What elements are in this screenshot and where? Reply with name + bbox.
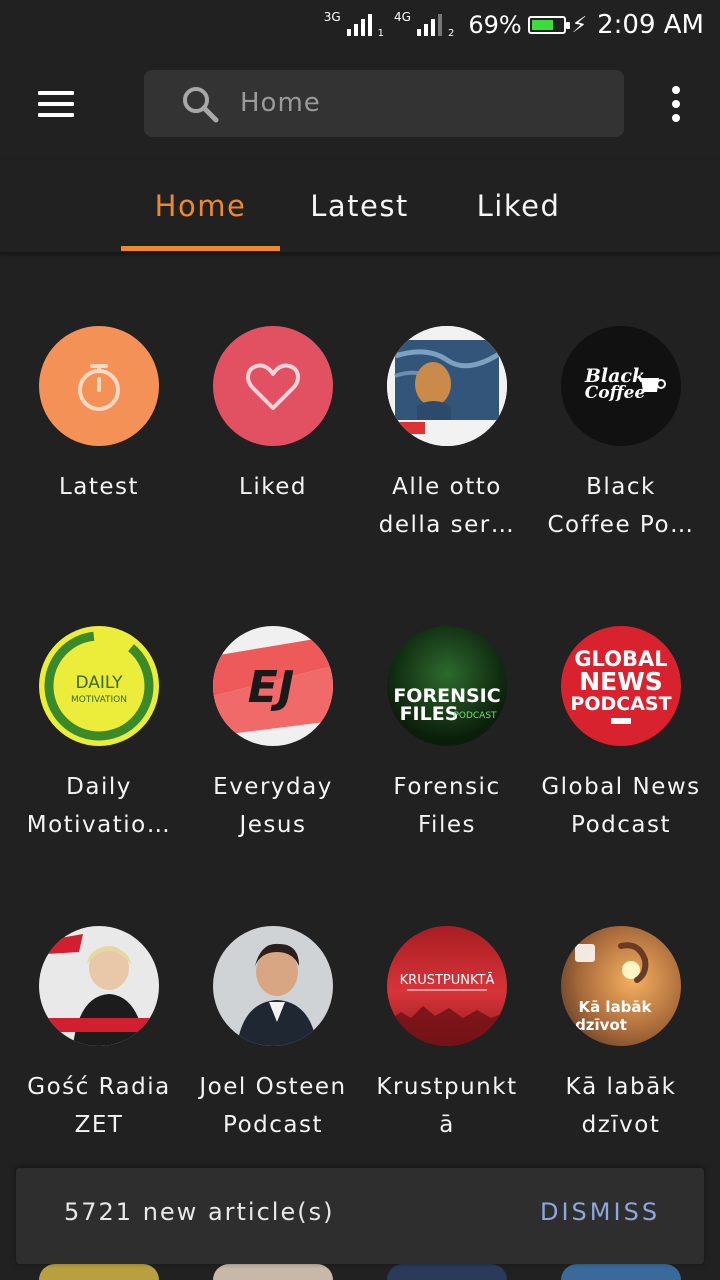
- feed-item-ka-labak-dzivot[interactable]: Kā labāk dzīvot Kā labāk dzīvot: [534, 926, 708, 1144]
- feed-item-forensic-files[interactable]: FORENSIC FILES PODCAST Forensic Files: [360, 626, 534, 844]
- search-placeholder: Home: [240, 88, 321, 118]
- tab-indicator: [121, 246, 280, 251]
- feed-item-liked[interactable]: Liked: [186, 326, 360, 506]
- network-type-1: 3G: [323, 10, 341, 24]
- lightning-bolt-icon: ⚡︎: [571, 12, 588, 38]
- feed-item-daily-motivation[interactable]: DAILY MOTIVATION Daily Motivatio…: [12, 626, 186, 844]
- krustpunkta-cover: KRUSTPUNKTĀ: [387, 926, 507, 1046]
- logo-text: Coffee: [585, 383, 646, 403]
- battery-percent: 69%: [468, 11, 522, 39]
- svg-text:FILES: FILES: [400, 703, 459, 725]
- feed-title: Liked: [239, 474, 307, 500]
- ka-labak-dzivot-cover: Kā labāk dzīvot: [561, 926, 681, 1046]
- feed-item-latest[interactable]: Latest: [12, 326, 186, 506]
- svg-text:EJ: EJ: [248, 662, 294, 713]
- signal-icon: [346, 14, 372, 36]
- svg-text:NEWS: NEWS: [579, 667, 663, 696]
- search-icon: [183, 87, 219, 123]
- feed-title: Black Coffee Po…: [547, 474, 695, 538]
- signal-icon: [416, 14, 442, 36]
- svg-text:Kā labāk: Kā labāk: [578, 998, 652, 1016]
- feed-title: Alle otto della ser…: [378, 474, 516, 538]
- feed-item-global-news[interactable]: GLOBAL NEWS PODCAST Global News Podcast: [534, 626, 708, 844]
- stopwatch-icon: [39, 326, 159, 446]
- forensic-files-logo: FORENSIC FILES PODCAST: [387, 626, 507, 746]
- heart-icon: [213, 326, 333, 446]
- snackbar-message: 5721 new article(s): [64, 1198, 335, 1226]
- joel-osteen-portrait-cover: [213, 926, 333, 1046]
- feed-title: Krustpunkt ā: [376, 1074, 518, 1138]
- new-articles-snackbar: 5721 new article(s) DISMISS: [16, 1168, 704, 1264]
- svg-text:DAILY: DAILY: [75, 673, 123, 693]
- feed-item-peek: [213, 1264, 333, 1280]
- clock: 2:09 AM: [597, 10, 704, 40]
- feed-title: Everyday Jesus: [213, 774, 333, 838]
- feed-item-krustpunkta[interactable]: KRUSTPUNKTĀ Krustpunkt ā: [360, 926, 534, 1144]
- feed-title: Latest: [58, 474, 140, 500]
- battery-icon: [527, 16, 570, 34]
- dismiss-button[interactable]: DISMISS: [540, 1198, 660, 1226]
- svg-text:dzīvot: dzīvot: [575, 1016, 627, 1034]
- painting-cover-art: [387, 326, 507, 446]
- tab-liked[interactable]: Liked: [439, 160, 598, 252]
- app-toolbar: Home: [0, 50, 720, 160]
- svg-text:KRUSTPUNKTĀ: KRUSTPUNKTĀ: [400, 973, 495, 988]
- feed-title: Forensic Files: [393, 774, 501, 838]
- tab-home[interactable]: Home: [121, 160, 280, 252]
- black-coffee-logo: Black Coffee: [561, 326, 681, 446]
- feed-item-peek: [561, 1264, 681, 1280]
- feed-item-gosc-radia-zet[interactable]: Gość Radia ZET: [12, 926, 186, 1144]
- tab-bar: Home Latest Liked: [0, 160, 720, 253]
- feed-item-joel-osteen[interactable]: Joel Osteen Podcast: [186, 926, 360, 1144]
- feed-title: Global News Podcast: [541, 774, 701, 838]
- sim-1-label: 1: [377, 27, 385, 39]
- sim-2-label: 2: [447, 27, 455, 39]
- feed-item-everyday-jesus[interactable]: EJ Everyday Jesus: [186, 626, 360, 844]
- daily-motivation-logo: DAILY MOTIVATION: [39, 626, 159, 746]
- feed-title: Daily Motivatio…: [26, 774, 172, 838]
- feed-item-peek: [387, 1264, 507, 1280]
- feed-item-peek: [39, 1264, 159, 1280]
- status-bar: 3G 1 4G 2 69% ⚡︎ 2:09 AM: [0, 0, 720, 50]
- feed-title: Kā labāk dzīvot: [565, 1074, 677, 1138]
- zet-portrait-cover: [39, 926, 159, 1046]
- feed-item-black-coffee[interactable]: Black Coffee Black Coffee Po…: [534, 326, 708, 544]
- svg-text:MOTIVATION: MOTIVATION: [71, 695, 127, 705]
- svg-text:PODCAST: PODCAST: [570, 693, 671, 715]
- hamburger-menu-icon[interactable]: [22, 80, 90, 128]
- global-news-logo: GLOBAL NEWS PODCAST: [561, 626, 681, 746]
- feed-item-alle-otto[interactable]: Alle otto della ser…: [360, 326, 534, 544]
- ej-logo: EJ: [213, 626, 333, 746]
- search-bar[interactable]: Home: [144, 70, 624, 137]
- network-type-2: 4G: [394, 10, 411, 24]
- feed-title: Gość Radia ZET: [27, 1074, 171, 1138]
- tab-latest[interactable]: Latest: [280, 160, 439, 252]
- more-vert-icon[interactable]: [660, 80, 692, 128]
- feed-title: Joel Osteen Podcast: [199, 1074, 347, 1138]
- svg-text:PODCAST: PODCAST: [453, 711, 497, 721]
